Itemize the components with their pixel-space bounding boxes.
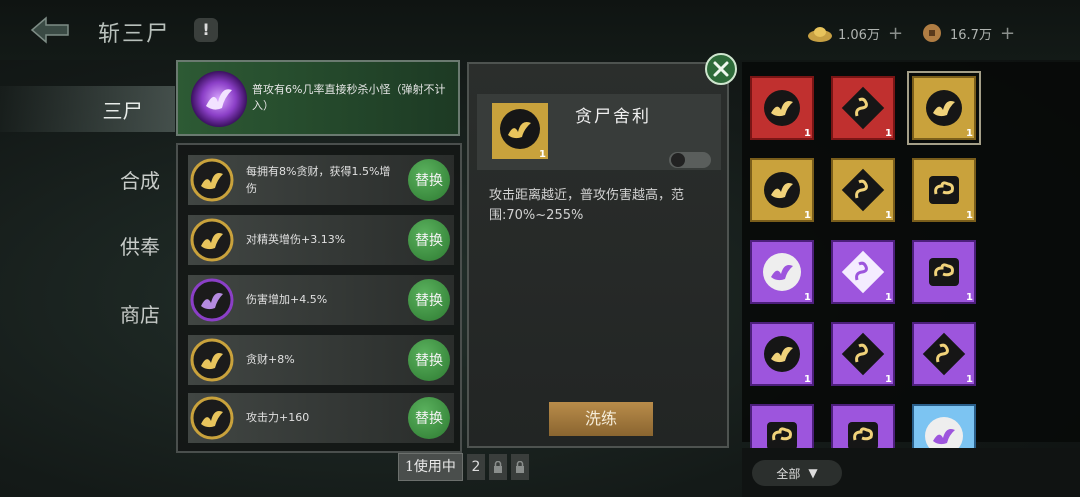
special-effect-text: 普攻有6%几率直接秒杀小怪（弹射不计入） xyxy=(252,83,446,112)
inventory-slot[interactable]: 1 xyxy=(750,322,814,386)
top-bar: 斩三尸 ! 1.06万 + 16.7万 + xyxy=(0,0,1080,60)
inventory-slot[interactable]: 1 xyxy=(912,158,976,222)
item-detail-panel: 1 贪尸舍利 攻击距离越近，普攻伤害越高，范围:70%~255% 洗练 xyxy=(467,62,729,448)
inventory-slot[interactable]: 1 xyxy=(750,158,814,222)
tab-shangdian[interactable]: 商店 xyxy=(105,290,175,336)
slot-count: 1 xyxy=(966,210,973,221)
swap-button[interactable]: 替换 xyxy=(408,339,450,381)
close-icon[interactable] xyxy=(704,52,738,86)
item-header: 1 贪尸舍利 xyxy=(477,94,721,170)
page-1-button[interactable]: 1使用中 xyxy=(398,453,463,481)
page-switcher: 1使用中 2 xyxy=(398,453,529,481)
slot-count: 1 xyxy=(804,292,811,303)
inventory-slot[interactable]: 1 xyxy=(907,71,981,145)
slot-count: 1 xyxy=(885,128,892,139)
effect-row: 每拥有8%贪财，获得1.5%增伤 替换 xyxy=(188,155,454,205)
effects-list: 每拥有8%贪财，获得1.5%增伤 替换 对精英增伤+3.13% 替换 伤害增加+… xyxy=(176,143,462,453)
slot-count: 1 xyxy=(966,374,973,385)
lock-icon[interactable] xyxy=(488,454,507,480)
special-effect-card[interactable]: 普攻有6%几率直接秒杀小怪（弹射不计入） xyxy=(176,60,460,136)
slot-count: 1 xyxy=(804,374,811,385)
inventory-slot[interactable]: 1 xyxy=(831,158,895,222)
refine-button[interactable]: 洗练 xyxy=(549,402,653,436)
effect-row: 伤害增加+4.5% 替换 xyxy=(188,275,454,325)
chevron-down-icon: ▼ xyxy=(808,466,818,480)
gold-bird-icon xyxy=(190,396,234,440)
gold-bird-icon xyxy=(190,218,234,262)
page-2-button[interactable]: 2 xyxy=(466,454,485,480)
inventory-slot[interactable]: 1 xyxy=(750,76,814,140)
inventory-slot[interactable]: 1 xyxy=(831,322,895,386)
purple-bird-orb-icon xyxy=(191,71,247,127)
swap-button[interactable]: 替换 xyxy=(408,219,450,261)
add-gold-button[interactable]: + xyxy=(888,23,903,44)
effect-row: 对精英增伤+3.13% 替换 xyxy=(188,215,454,265)
slot-count: 1 xyxy=(885,374,892,385)
effect-text: 对精英增伤+3.13% xyxy=(246,233,346,246)
tab-gongfeng[interactable]: 供奉 xyxy=(105,222,175,268)
info-button[interactable]: ! xyxy=(194,18,218,42)
currency-gold: 1.06万 + xyxy=(806,22,903,44)
filter-dropdown[interactable]: 全部 ▼ xyxy=(752,460,842,486)
gold-ingot-icon xyxy=(808,27,832,42)
back-arrow-icon[interactable] xyxy=(28,14,72,46)
effect-text: 伤害增加+4.5% xyxy=(246,293,328,306)
slot-count: 1 xyxy=(885,292,892,303)
item-name: 贪尸舍利 xyxy=(575,107,651,127)
swap-button[interactable]: 替换 xyxy=(408,279,450,321)
coin-amount: 16.7万 xyxy=(950,27,992,43)
gold-bird-icon xyxy=(190,158,234,202)
effect-row: 贪财+8% 替换 xyxy=(188,335,454,385)
swap-button[interactable]: 替换 xyxy=(408,159,450,201)
inventory-slot[interactable]: 1 xyxy=(912,240,976,304)
tab-hecheng[interactable]: 合成 xyxy=(105,156,175,202)
inventory-grid: 1 1 1 1 1 1 1 1 1 1 1 1 xyxy=(742,62,1080,468)
lock-icon[interactable] xyxy=(510,454,529,480)
toggle-knob xyxy=(671,153,685,167)
effect-row: 攻击力+160 替换 xyxy=(188,393,454,443)
purple-bird-icon xyxy=(190,278,234,322)
filter-bar: 全部 ▼ xyxy=(742,448,1080,497)
item-icon: 1 xyxy=(491,102,549,160)
filter-label: 全部 xyxy=(776,466,801,481)
page-title: 斩三尸 xyxy=(98,22,171,47)
inventory-slot[interactable]: 1 xyxy=(750,240,814,304)
inventory-slot[interactable]: 1 xyxy=(831,240,895,304)
effect-text: 贪财+8% xyxy=(246,353,295,366)
currency-coin: 16.7万 + xyxy=(918,22,1015,44)
item-count: 1 xyxy=(539,149,546,160)
slot-count: 1 xyxy=(804,210,811,221)
slot-count: 1 xyxy=(885,210,892,221)
add-coin-button[interactable]: + xyxy=(1000,23,1015,44)
tab-sanshi[interactable]: 三尸 xyxy=(0,86,175,132)
slot-count: 1 xyxy=(804,128,811,139)
slot-count: 1 xyxy=(966,128,973,139)
gold-bird-icon xyxy=(190,338,234,382)
copper-coin-icon xyxy=(923,24,941,42)
effect-text: 攻击力+160 xyxy=(246,411,310,424)
effect-text: 每拥有8%贪财，获得1.5%增伤 xyxy=(246,165,391,195)
gold-amount: 1.06万 xyxy=(838,27,880,43)
side-tabs: 三尸 合成 供奉 商店 xyxy=(0,60,175,497)
item-description: 攻击距离越近，普攻伤害越高，范围:70%~255% xyxy=(489,188,685,223)
lock-toggle[interactable] xyxy=(669,152,711,168)
inventory-slot[interactable]: 1 xyxy=(912,322,976,386)
inventory-slot[interactable]: 1 xyxy=(831,76,895,140)
swap-button[interactable]: 替换 xyxy=(408,397,450,439)
slot-count: 1 xyxy=(966,292,973,303)
